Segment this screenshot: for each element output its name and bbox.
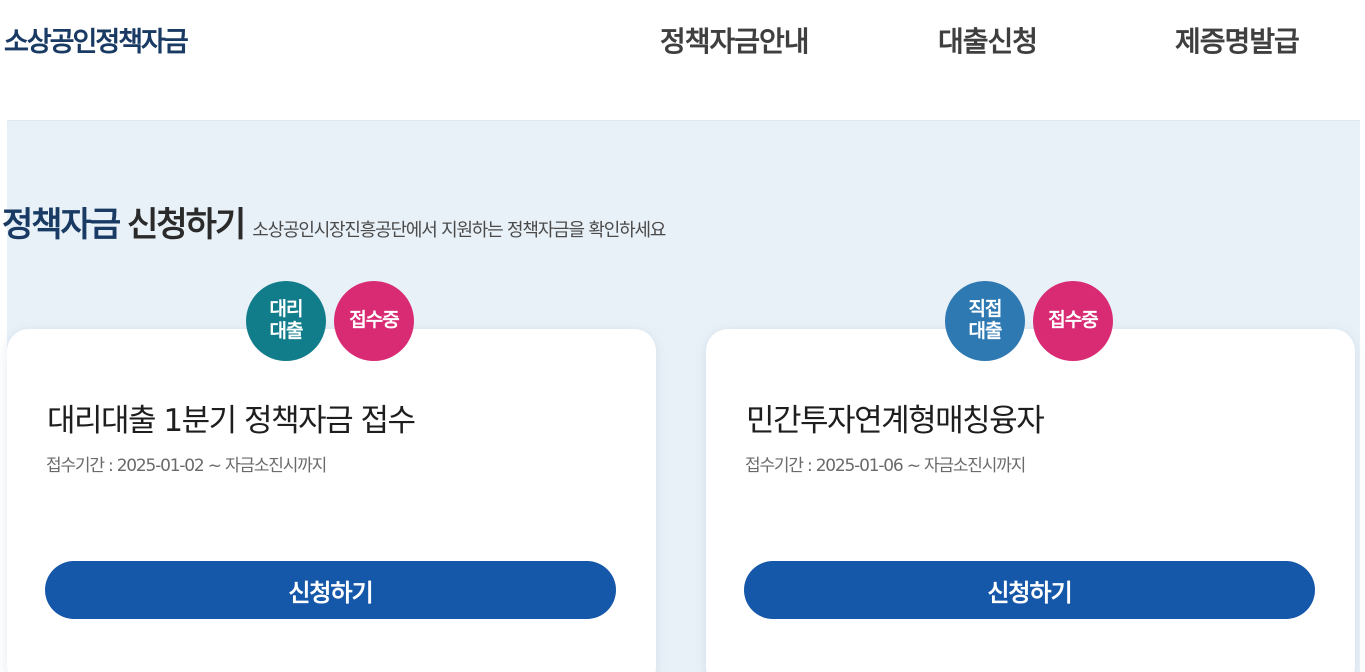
- card-title: 민간투자연계형매칭융자: [746, 403, 1045, 439]
- status-badge: 접수중: [334, 281, 414, 361]
- fund-card-direct-loan: 직접 대출 접수중 민간투자연계형매칭융자 접수기간 : 2025-01-06 …: [706, 281, 1355, 672]
- page: 소상공인정책자금 정책자금안내 대출신청 제증명발급 정책자금 신청하기 소상공인시…: [0, 0, 1365, 672]
- loan-type-badge: 대리 대출: [246, 281, 326, 361]
- card-period: 접수기간 : 2025-01-06 ~ 자금소진시까지: [745, 456, 1026, 476]
- card-period: 접수기간 : 2025-01-02 ~ 자금소진시까지: [46, 456, 327, 476]
- site-logo[interactable]: 소상공인정책자금: [4, 20, 189, 59]
- loan-type-badge-line1: 대리: [269, 298, 304, 321]
- section-title-rest: 신청하기: [127, 205, 246, 245]
- section-title-highlight: 정책자금: [2, 205, 121, 245]
- apply-button[interactable]: 신청하기: [744, 561, 1315, 619]
- card-title: 대리대출 1분기 정책자금 접수: [47, 403, 416, 439]
- loan-type-badge: 직접 대출: [945, 281, 1025, 361]
- fund-card-proxy-loan: 대리 대출 접수중 대리대출 1분기 정책자금 접수 접수기간 : 2025-0…: [7, 281, 656, 672]
- loan-type-badge-line2: 대출: [269, 320, 304, 342]
- section-subtitle: 소상공인시장진흥공단에서 지원하는 정책자금을 확인하세요: [252, 220, 666, 241]
- section-heading: 정책자금 신청하기 소상공인시장진흥공단에서 지원하는 정책자금을 확인하세요: [2, 197, 666, 246]
- nav-loan-application[interactable]: 대출신청: [938, 20, 1038, 60]
- apply-button[interactable]: 신청하기: [45, 561, 616, 619]
- status-badge: 접수중: [1033, 281, 1113, 361]
- site-header: 소상공인정책자금 정책자금안내 대출신청 제증명발급: [0, 0, 1365, 120]
- nav-certificate-issuance[interactable]: 제증명발급: [1175, 20, 1300, 60]
- loan-type-badge-line2: 대출: [968, 320, 1003, 342]
- loan-type-badge-line1: 직접: [968, 298, 1003, 321]
- nav-policy-fund-info[interactable]: 정책자금안내: [660, 20, 810, 60]
- main-content: 정책자금 신청하기 소상공인시장진흥공단에서 지원하는 정책자금을 확인하세요 대리…: [2, 120, 1360, 672]
